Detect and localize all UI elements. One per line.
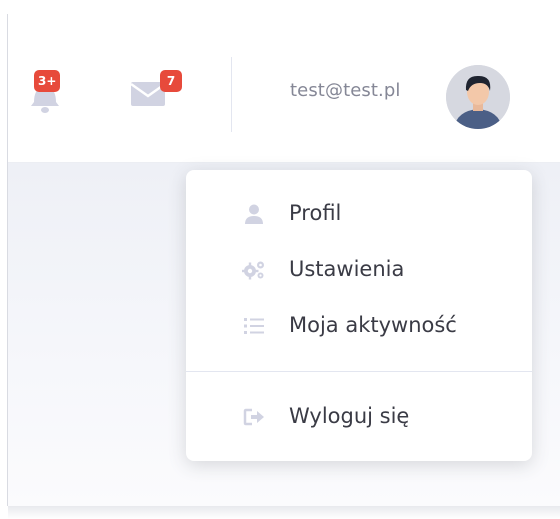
sign-out-icon [243, 408, 264, 426]
alerts-badge: 3+ [34, 70, 61, 92]
menu-item-label: Wyloguj się [289, 404, 410, 428]
list-icon [244, 318, 264, 334]
menu-item-logout[interactable]: Wyloguj się [186, 393, 532, 441]
menu-item-label: Profil [289, 201, 342, 225]
user-name[interactable]: test@test.pl [290, 80, 400, 101]
bottom-shadow [8, 506, 560, 519]
menu-item-label: Moja aktywność [289, 313, 457, 337]
avatar[interactable] [446, 65, 510, 129]
menu-item-label: Ustawienia [289, 257, 405, 281]
user-icon [245, 204, 263, 224]
app-frame: 3+ 7 test@test.pl Profil Ustawienia Moja… [0, 0, 560, 519]
messages-badge: 7 [160, 70, 182, 92]
messages-button[interactable]: 7 [130, 70, 190, 110]
alerts-button[interactable]: 3+ [30, 70, 78, 113]
topbar-divider [231, 57, 232, 132]
menu-item-activity[interactable]: Moja aktywność [186, 302, 532, 350]
menu-divider [186, 371, 532, 372]
menu-item-profile[interactable]: Profil [186, 190, 532, 238]
user-avatar-icon [446, 65, 510, 129]
menu-item-settings[interactable]: Ustawienia [186, 246, 532, 294]
cogs-icon [242, 261, 264, 280]
